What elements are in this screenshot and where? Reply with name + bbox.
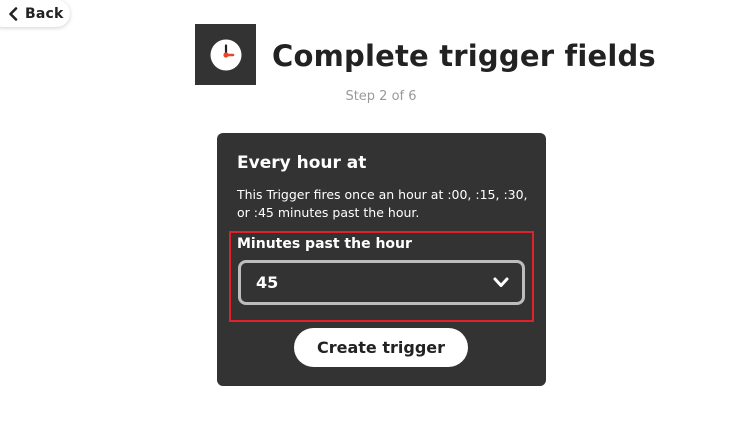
create-trigger-button[interactable]: Create trigger (294, 328, 468, 367)
trigger-card: Every hour at This Trigger fires once an… (217, 133, 546, 386)
chevron-down-icon (493, 277, 509, 289)
step-indicator: Step 2 of 6 (345, 89, 417, 104)
chevron-left-icon (7, 6, 19, 21)
page: Back Complete trigger fields Step 2 of 6… (0, 0, 750, 426)
clock-icon (195, 24, 256, 85)
back-label: Back (25, 5, 64, 22)
trigger-description: This Trigger fires once an hour at :00, … (237, 187, 528, 220)
minutes-past-hour-select[interactable]: 45 (238, 260, 525, 305)
select-value: 45 (256, 273, 279, 292)
trigger-title: Every hour at (237, 153, 367, 173)
minutes-field-label: Minutes past the hour (237, 236, 412, 252)
back-button[interactable]: Back (0, 0, 70, 27)
page-title: Complete trigger fields (272, 39, 656, 73)
